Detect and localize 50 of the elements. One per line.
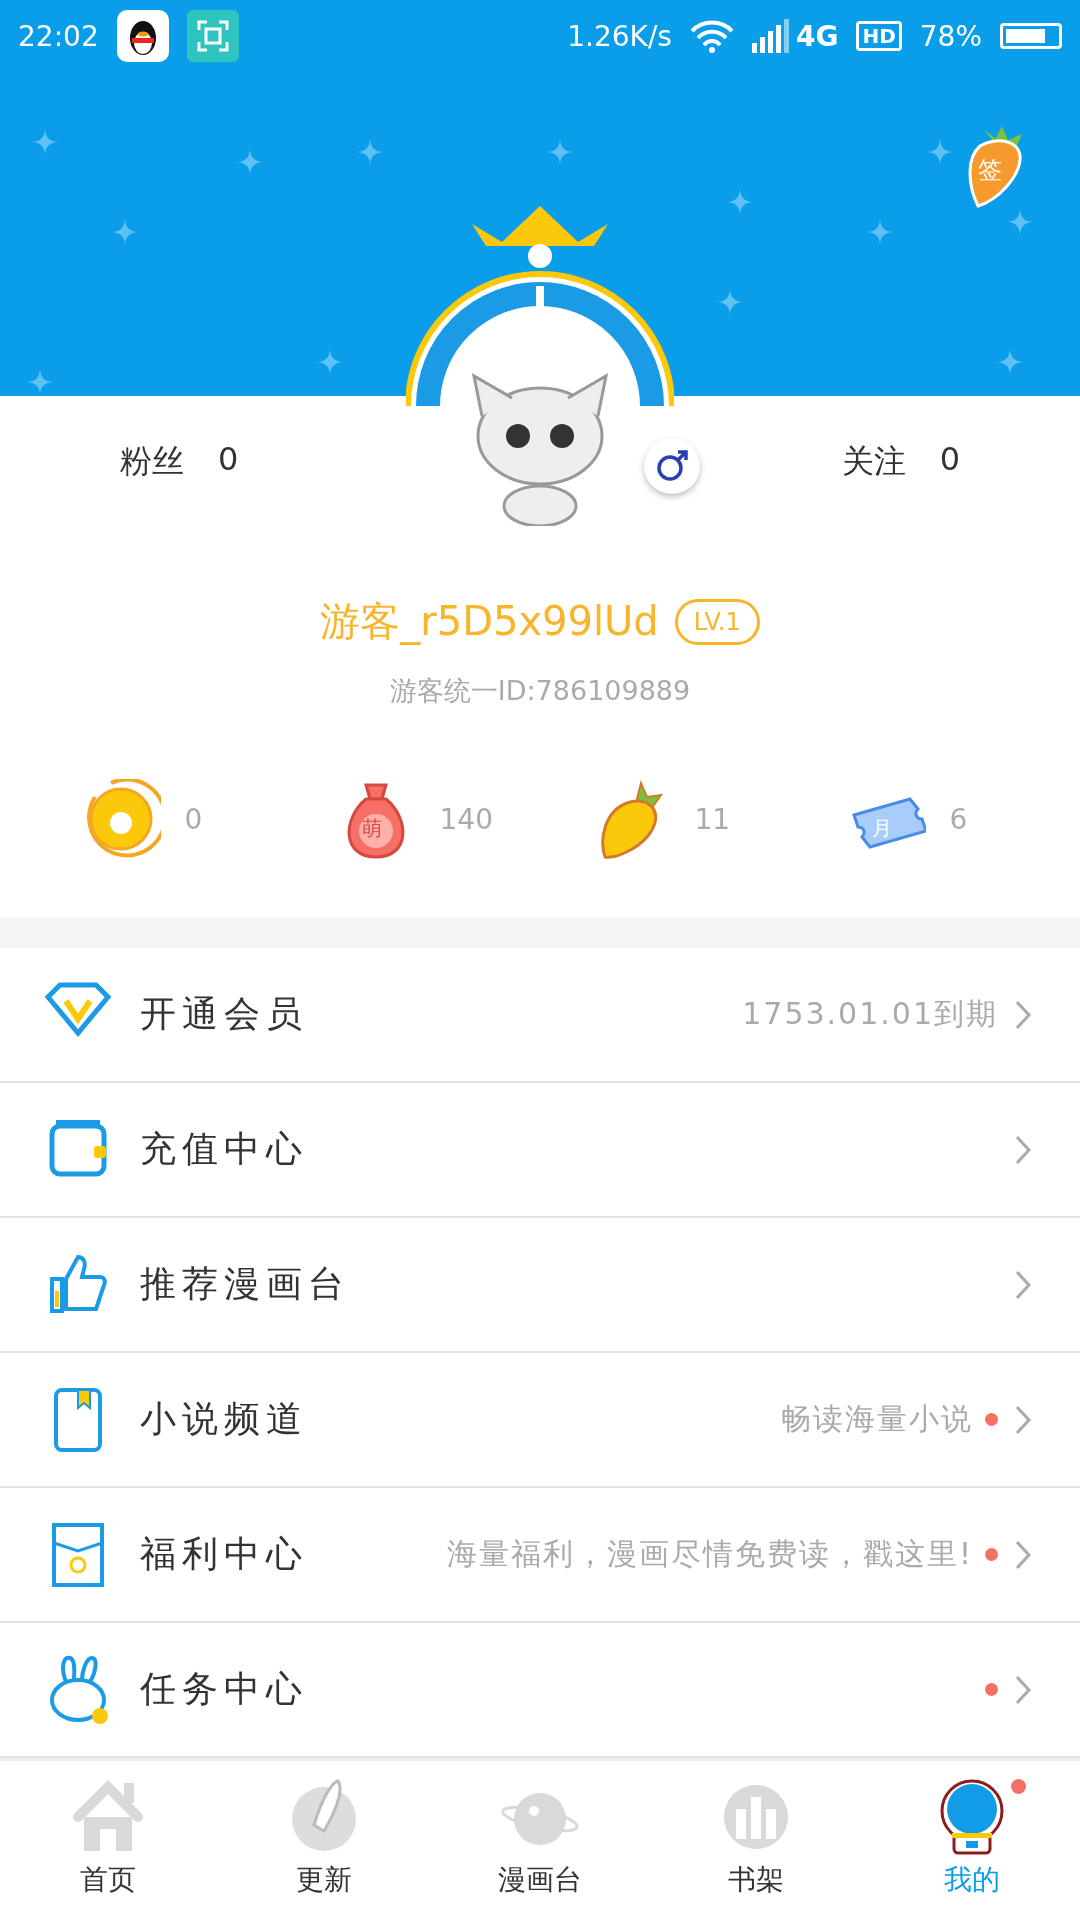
- stat-count: 11: [694, 802, 732, 836]
- network-type: 4G: [795, 19, 839, 53]
- fans-count: 0: [218, 440, 239, 480]
- user-name: 游客_r5D5x99lUd: [320, 597, 659, 647]
- menu-row[interactable]: 充值中心: [0, 1083, 1080, 1219]
- chevron-right-icon: [1014, 1673, 1032, 1706]
- hd-indicator: HD: [856, 21, 902, 51]
- stat-count: 6: [949, 802, 969, 836]
- battery-percent: 78%: [919, 19, 982, 53]
- scan-icon: [186, 10, 239, 62]
- tab-bar-item[interactable]: 更新: [216, 1761, 432, 1920]
- menu-label: 充值中心: [140, 1127, 308, 1172]
- wifi-icon: [689, 19, 734, 53]
- ticket-label: 月: [871, 815, 892, 842]
- following-label: 关注: [841, 441, 906, 482]
- menu-label: 开通会员: [140, 992, 308, 1037]
- fans-label: 粉丝: [120, 441, 184, 482]
- menu-detail: 1753.01.01到期: [742, 995, 998, 1034]
- menu-row[interactable]: 小说频道 畅读海量小说: [0, 1353, 1080, 1489]
- chevron-right-icon: [1014, 998, 1032, 1031]
- male-symbol-icon: [654, 448, 690, 484]
- menu-row[interactable]: 福利中心 海量福利，漫画尽情免费读，戳这里!: [0, 1488, 1080, 1624]
- chevron-right-icon: [1014, 1133, 1032, 1166]
- menu-row[interactable]: 开通会员 1753.01.01到期: [0, 948, 1080, 1084]
- penguin-icon: [116, 10, 169, 62]
- stat-count: 0: [184, 802, 204, 836]
- battery-icon: [1000, 23, 1062, 49]
- menu-label: 福利中心: [140, 1532, 308, 1577]
- chevron-right-icon: [1014, 1403, 1032, 1436]
- chevron-right-icon: [1014, 1268, 1032, 1301]
- menu-row[interactable]: 任务中心: [0, 1623, 1080, 1759]
- network-speed: 1.26K/s: [567, 19, 672, 53]
- menu-row[interactable]: 推荐漫画台: [0, 1218, 1080, 1354]
- menu-label: 任务中心: [140, 1667, 308, 1712]
- menu-detail: 畅读海量小说: [781, 1400, 973, 1439]
- stat-count: 140: [439, 802, 490, 836]
- menu-label: 推荐漫画台: [140, 1262, 350, 1307]
- chevron-right-icon: [1014, 1538, 1032, 1571]
- level-badge: LV.1: [674, 598, 760, 645]
- following-count: 0: [939, 440, 960, 480]
- signal-icon: [751, 19, 792, 53]
- tab-bar-item[interactable]: 书架: [648, 1761, 864, 1920]
- tab-bar-item[interactable]: 漫画台: [432, 1761, 648, 1920]
- menu-detail: 海量福利，漫画尽情免费读，戳这里!: [446, 1535, 973, 1574]
- menu-label: 小说频道: [140, 1397, 308, 1442]
- bag-label: 萌: [361, 815, 382, 842]
- user-id: 游客统一ID:786109889: [388, 674, 692, 708]
- sign-in-label: 签: [978, 155, 1002, 186]
- tab-bar-item[interactable]: 首页: [0, 1761, 216, 1920]
- status-time: 22:02: [18, 19, 99, 53]
